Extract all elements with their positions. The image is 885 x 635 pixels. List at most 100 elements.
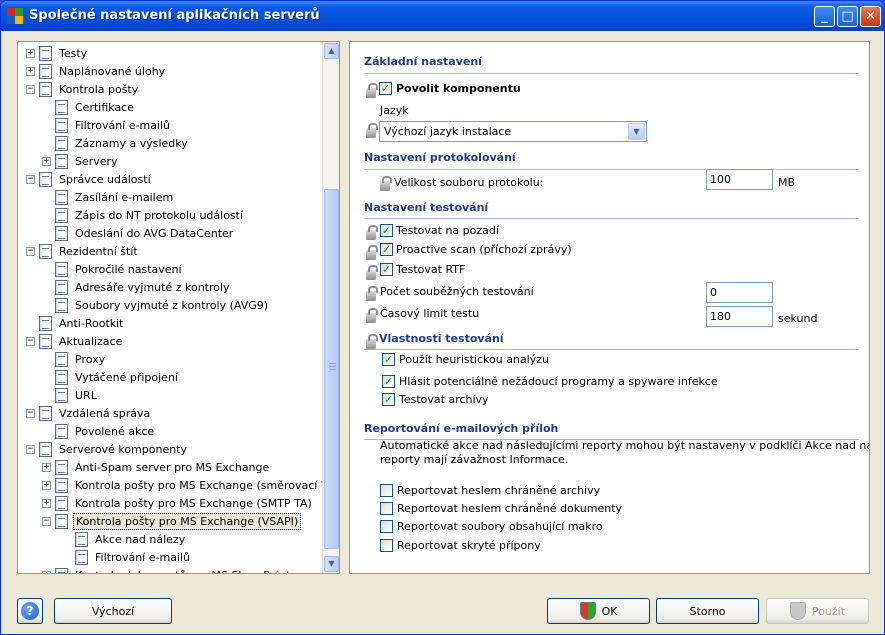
expand-icon[interactable]: + xyxy=(26,66,35,76)
collapse-icon[interactable]: − xyxy=(26,84,35,94)
collapse-icon[interactable]: − xyxy=(42,516,51,526)
tree-item-label[interactable]: Zápis do NT protokolu událostí xyxy=(73,208,245,223)
ok-button[interactable]: OK xyxy=(547,598,650,624)
tree-item[interactable]: + Testy xyxy=(26,44,89,62)
maximize-button[interactable]: □ xyxy=(837,6,858,27)
expand-icon[interactable]: + xyxy=(42,480,51,490)
collapse-icon[interactable]: − xyxy=(26,174,35,184)
tree-item[interactable]: Akce nad nálezy xyxy=(62,530,187,548)
tree-item[interactable]: Pokročilé nastavení xyxy=(42,260,184,278)
tree-item[interactable]: Povolené akce xyxy=(42,422,156,440)
tree-item-label[interactable]: Kontrola pošty pro MS Exchange (SMTP TA) xyxy=(73,496,314,511)
tree-item-label[interactable]: Odeslání do AVG DataCenter xyxy=(73,226,235,241)
tree-item-label[interactable]: Anti-Rootkit xyxy=(57,316,126,331)
tree-item[interactable]: Vytáčené připojení xyxy=(42,368,180,386)
language-select[interactable]: Výchozí jazyk instalace ▼ xyxy=(379,121,647,142)
time-limit-input[interactable]: 180 xyxy=(706,306,773,327)
tree-item-label[interactable]: Kontrola pošty pro MS Exchange (směrovac… xyxy=(73,478,339,493)
tree-item-label[interactable]: Akce nad nálezy xyxy=(93,532,187,547)
tree-item[interactable]: Adresáře vyjmuté z kontroly xyxy=(42,278,232,296)
concurrent-scans-input[interactable]: 0 xyxy=(706,282,773,303)
tree-item-label[interactable]: Vzdálená správa xyxy=(57,406,152,421)
collapse-icon[interactable]: − xyxy=(26,444,35,454)
tree-item[interactable]: Soubory vyjmuté z kontroly (AVG9) xyxy=(42,296,270,314)
expand-icon[interactable]: + xyxy=(26,48,35,58)
default-button[interactable]: Výchozí xyxy=(54,598,172,624)
tree-item[interactable]: Záznamy a výsledky xyxy=(42,134,190,152)
expand-icon[interactable]: + xyxy=(42,156,51,166)
tree-item-label[interactable]: Filtrování e-mailů xyxy=(93,550,192,565)
lock-icon[interactable] xyxy=(380,176,392,191)
apply-button[interactable]: Použít xyxy=(766,598,869,624)
expand-icon[interactable]: + xyxy=(42,498,51,508)
tree-item[interactable]: − Kontrola pošty xyxy=(26,80,140,98)
cancel-button[interactable]: Storno xyxy=(656,598,759,624)
tree-item-label[interactable]: Certifikace xyxy=(73,100,136,115)
tree-scrollbar[interactable]: ▲ ▼ xyxy=(322,42,339,573)
title-bar[interactable]: Společné nastavení aplikačních serverů _… xyxy=(1,1,884,31)
tree-item-label[interactable]: Soubory vyjmuté z kontroly (AVG9) xyxy=(73,298,270,313)
tree-item[interactable]: Zápis do NT protokolu událostí xyxy=(42,206,245,224)
help-button[interactable]: ? xyxy=(17,598,43,624)
lock-icon[interactable] xyxy=(366,308,378,323)
chevron-down-icon[interactable]: ▼ xyxy=(628,123,645,140)
navigation-tree[interactable]: + Testy + Naplánované úlohy − Kontrola pošty C… xyxy=(17,41,340,574)
tree-item-label[interactable]: Vytáčené připojení xyxy=(73,370,180,385)
tree-item-label[interactable]: URL xyxy=(73,388,99,403)
tree-item[interactable]: + Kontrola pošty pro MS Exchange (SMTP TA… xyxy=(42,494,314,512)
proactive-scan-checkbox[interactable]: ✓ xyxy=(380,243,393,256)
tree-item[interactable]: − Kontrola pošty pro MS Exchange (VSAPI) xyxy=(42,512,302,530)
expand-icon[interactable]: + xyxy=(42,570,51,573)
tree-item[interactable]: Certifikace xyxy=(42,98,136,116)
report-pw-archives-checkbox[interactable] xyxy=(380,484,393,497)
scroll-thumb[interactable] xyxy=(324,189,339,549)
tree-item-label[interactable]: Anti-Spam server pro MS Exchange xyxy=(73,460,271,475)
tree-item[interactable]: + Kontrola pošty pro MS Exchange (směrova… xyxy=(42,476,339,494)
lock-icon[interactable] xyxy=(366,123,378,138)
report-pw-docs-checkbox[interactable] xyxy=(380,502,393,515)
expand-icon[interactable]: + xyxy=(42,462,51,472)
lock-icon[interactable] xyxy=(366,286,378,301)
tree-item[interactable]: Odeslání do AVG DataCenter xyxy=(42,224,235,242)
tree-item[interactable]: + Servery xyxy=(42,152,120,170)
log-size-input[interactable]: 100 xyxy=(706,169,773,190)
tree-item[interactable]: Filtrování e-mailů xyxy=(42,116,172,134)
tree-item[interactable]: + Naplánované úlohy xyxy=(26,62,167,80)
tree-item[interactable]: Filtrování e-mailů xyxy=(62,548,192,566)
tree-item-label[interactable]: Zasílání e-mailem xyxy=(73,190,175,205)
lock-icon[interactable] xyxy=(366,245,378,260)
lock-icon[interactable] xyxy=(366,265,378,280)
tree-item[interactable]: Anti-Rootkit xyxy=(26,314,126,332)
tree-item-label[interactable]: Povolené akce xyxy=(73,424,156,439)
lock-icon[interactable] xyxy=(366,334,378,349)
minimize-button[interactable]: _ xyxy=(814,6,835,27)
heuristics-checkbox[interactable]: ✓ xyxy=(382,353,395,366)
tree-item-label[interactable]: Servery xyxy=(73,154,120,169)
enable-component-checkbox[interactable]: ✓ xyxy=(379,82,392,95)
tree-item-label[interactable]: Testy xyxy=(57,46,89,61)
tree-item[interactable]: Proxy xyxy=(42,350,107,368)
tree-item[interactable]: + Anti-Spam server pro MS Exchange xyxy=(42,458,271,476)
tree-item-label[interactable]: Kontrola dokumentů pro MS SharePoint xyxy=(73,568,292,574)
tree-item-label[interactable]: Pokročilé nastavení xyxy=(73,262,184,277)
tree-item-label[interactable]: Kontrola pošty pro MS Exchange (VSAPI) xyxy=(73,512,302,530)
report-hidden-ext-checkbox[interactable] xyxy=(380,539,393,552)
tree-item[interactable]: + Kontrola dokumentů pro MS SharePoint xyxy=(42,566,292,574)
scroll-down-button[interactable]: ▼ xyxy=(324,556,339,572)
tree-item-label[interactable]: Aktualizace xyxy=(57,334,124,349)
tree-item-label[interactable]: Záznamy a výsledky xyxy=(73,136,190,151)
tree-item[interactable]: − Rezidentní štít xyxy=(26,242,140,260)
lock-icon[interactable] xyxy=(366,225,378,240)
close-button[interactable]: ✕ xyxy=(860,6,881,27)
collapse-icon[interactable]: − xyxy=(26,336,35,346)
tree-item[interactable]: − Aktualizace xyxy=(26,332,124,350)
tree-item-label[interactable]: Adresáře vyjmuté z kontroly xyxy=(73,280,232,295)
tree-item-label[interactable]: Proxy xyxy=(73,352,107,367)
collapse-icon[interactable]: − xyxy=(26,408,35,418)
tree-item-label[interactable]: Rezidentní štít xyxy=(57,244,140,259)
scroll-up-button[interactable]: ▲ xyxy=(324,43,339,59)
tree-item-label[interactable]: Správce událostí xyxy=(57,172,153,187)
tree-item-label[interactable]: Filtrování e-mailů xyxy=(73,118,172,133)
archives-checkbox[interactable]: ✓ xyxy=(382,393,395,406)
tree-item[interactable]: − Vzdálená správa xyxy=(26,404,152,422)
